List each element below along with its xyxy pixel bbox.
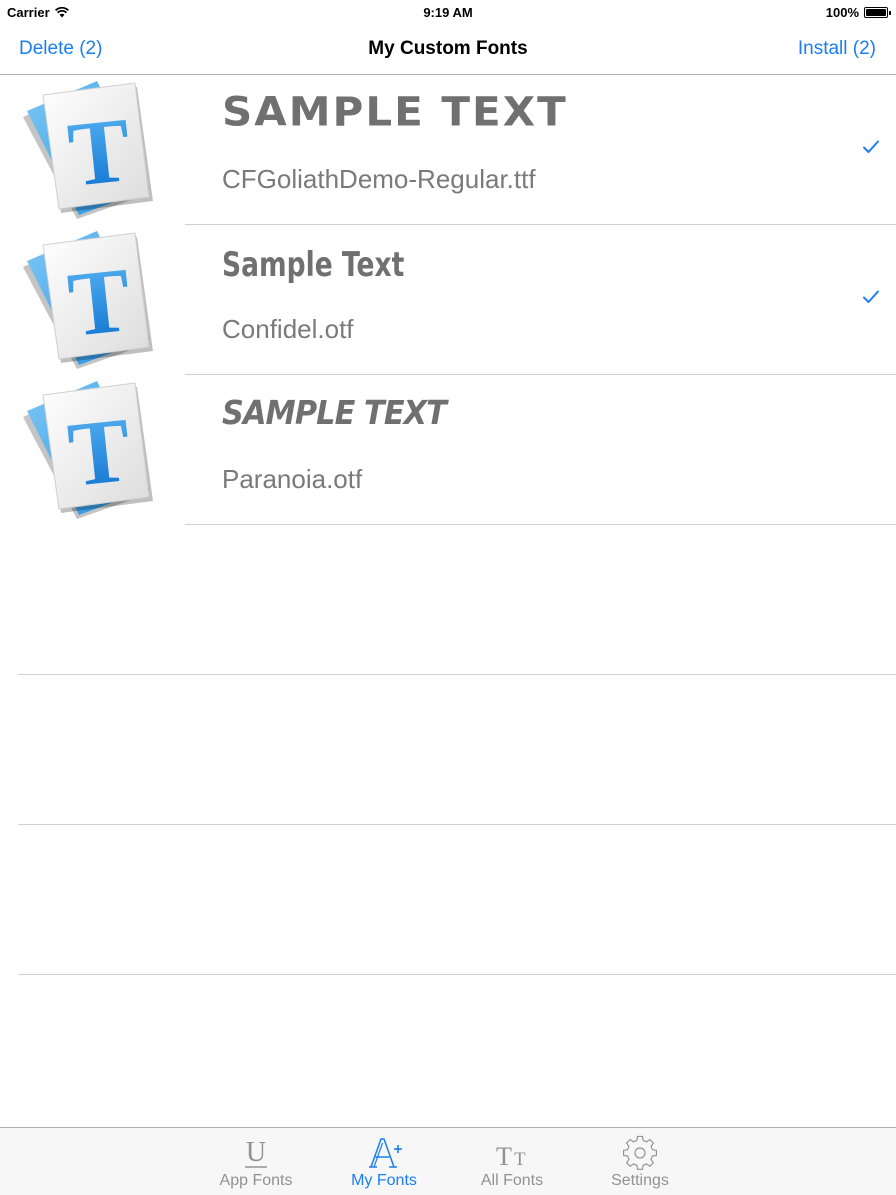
svg-text:T: T: [64, 98, 136, 206]
empty-list-row: [18, 825, 896, 975]
status-time: 9:19 AM: [423, 5, 473, 20]
font-list: T SAMPLE TEXT CFGoliathDemo-Regular.ttf: [0, 75, 896, 975]
font-filename: CFGoliathDemo-Regular.ttf: [222, 164, 536, 194]
battery-indicator: 100%: [825, 5, 891, 20]
tab-label: My Fonts: [351, 1172, 417, 1189]
font-sample-text: Sample Text: [222, 245, 405, 285]
empty-list-row: [18, 675, 896, 825]
font-sample-text: SAMPLE TEXT: [222, 88, 568, 135]
checkmark-icon: [863, 140, 879, 153]
font-size-tt-icon: T T: [496, 1142, 526, 1171]
tab-label: App Fonts: [219, 1172, 293, 1189]
install-button[interactable]: Install (2): [798, 38, 876, 60]
tab-label: All Fonts: [480, 1172, 544, 1189]
font-row[interactable]: T SAMPLE TEXT CFGoliathDemo-Regular.ttf: [23, 75, 896, 225]
battery-percent: 100%: [825, 5, 859, 20]
font-row[interactable]: T SAMPLE TEXT Paranoia.otf: [23, 375, 896, 525]
svg-text:T: T: [496, 1142, 512, 1171]
tab-label: Settings: [611, 1172, 669, 1189]
font-filename: Paranoia.otf: [222, 464, 363, 494]
font-row[interactable]: T Sample Text Confidel.otf: [23, 225, 896, 375]
checkmark-icon: [863, 290, 879, 303]
tab-all-fonts[interactable]: T T All Fonts: [457, 1128, 567, 1195]
battery-icon: [864, 7, 891, 18]
font-add-icon: [369, 1138, 402, 1168]
svg-text:T: T: [64, 248, 136, 356]
font-filename: Confidel.otf: [222, 314, 354, 344]
tab-my-fonts[interactable]: My Fonts: [329, 1128, 439, 1195]
font-sample-text: SAMPLE TEXT: [222, 393, 447, 432]
svg-text:U: U: [246, 1137, 266, 1168]
tab-app-fonts[interactable]: U App Fonts: [201, 1128, 311, 1195]
status-bar: Carrier 9:19 AM 100%: [0, 0, 896, 26]
font-file-icon: T: [23, 231, 153, 369]
svg-text:T: T: [64, 398, 136, 506]
font-file-icon: T: [23, 381, 153, 519]
tab-settings[interactable]: Settings: [585, 1128, 695, 1195]
svg-text:T: T: [514, 1149, 526, 1170]
empty-list-row: [18, 525, 896, 675]
underline-u-icon: U: [245, 1137, 267, 1168]
tab-bar: U App Fonts My Fonts T T All Fonts Setti…: [0, 1127, 896, 1195]
gear-icon: [622, 1135, 658, 1170]
font-file-icon: T: [23, 81, 153, 219]
navigation-bar: Delete (2) My Custom Fonts Install (2): [0, 26, 896, 75]
page-title: My Custom Fonts: [368, 38, 528, 59]
